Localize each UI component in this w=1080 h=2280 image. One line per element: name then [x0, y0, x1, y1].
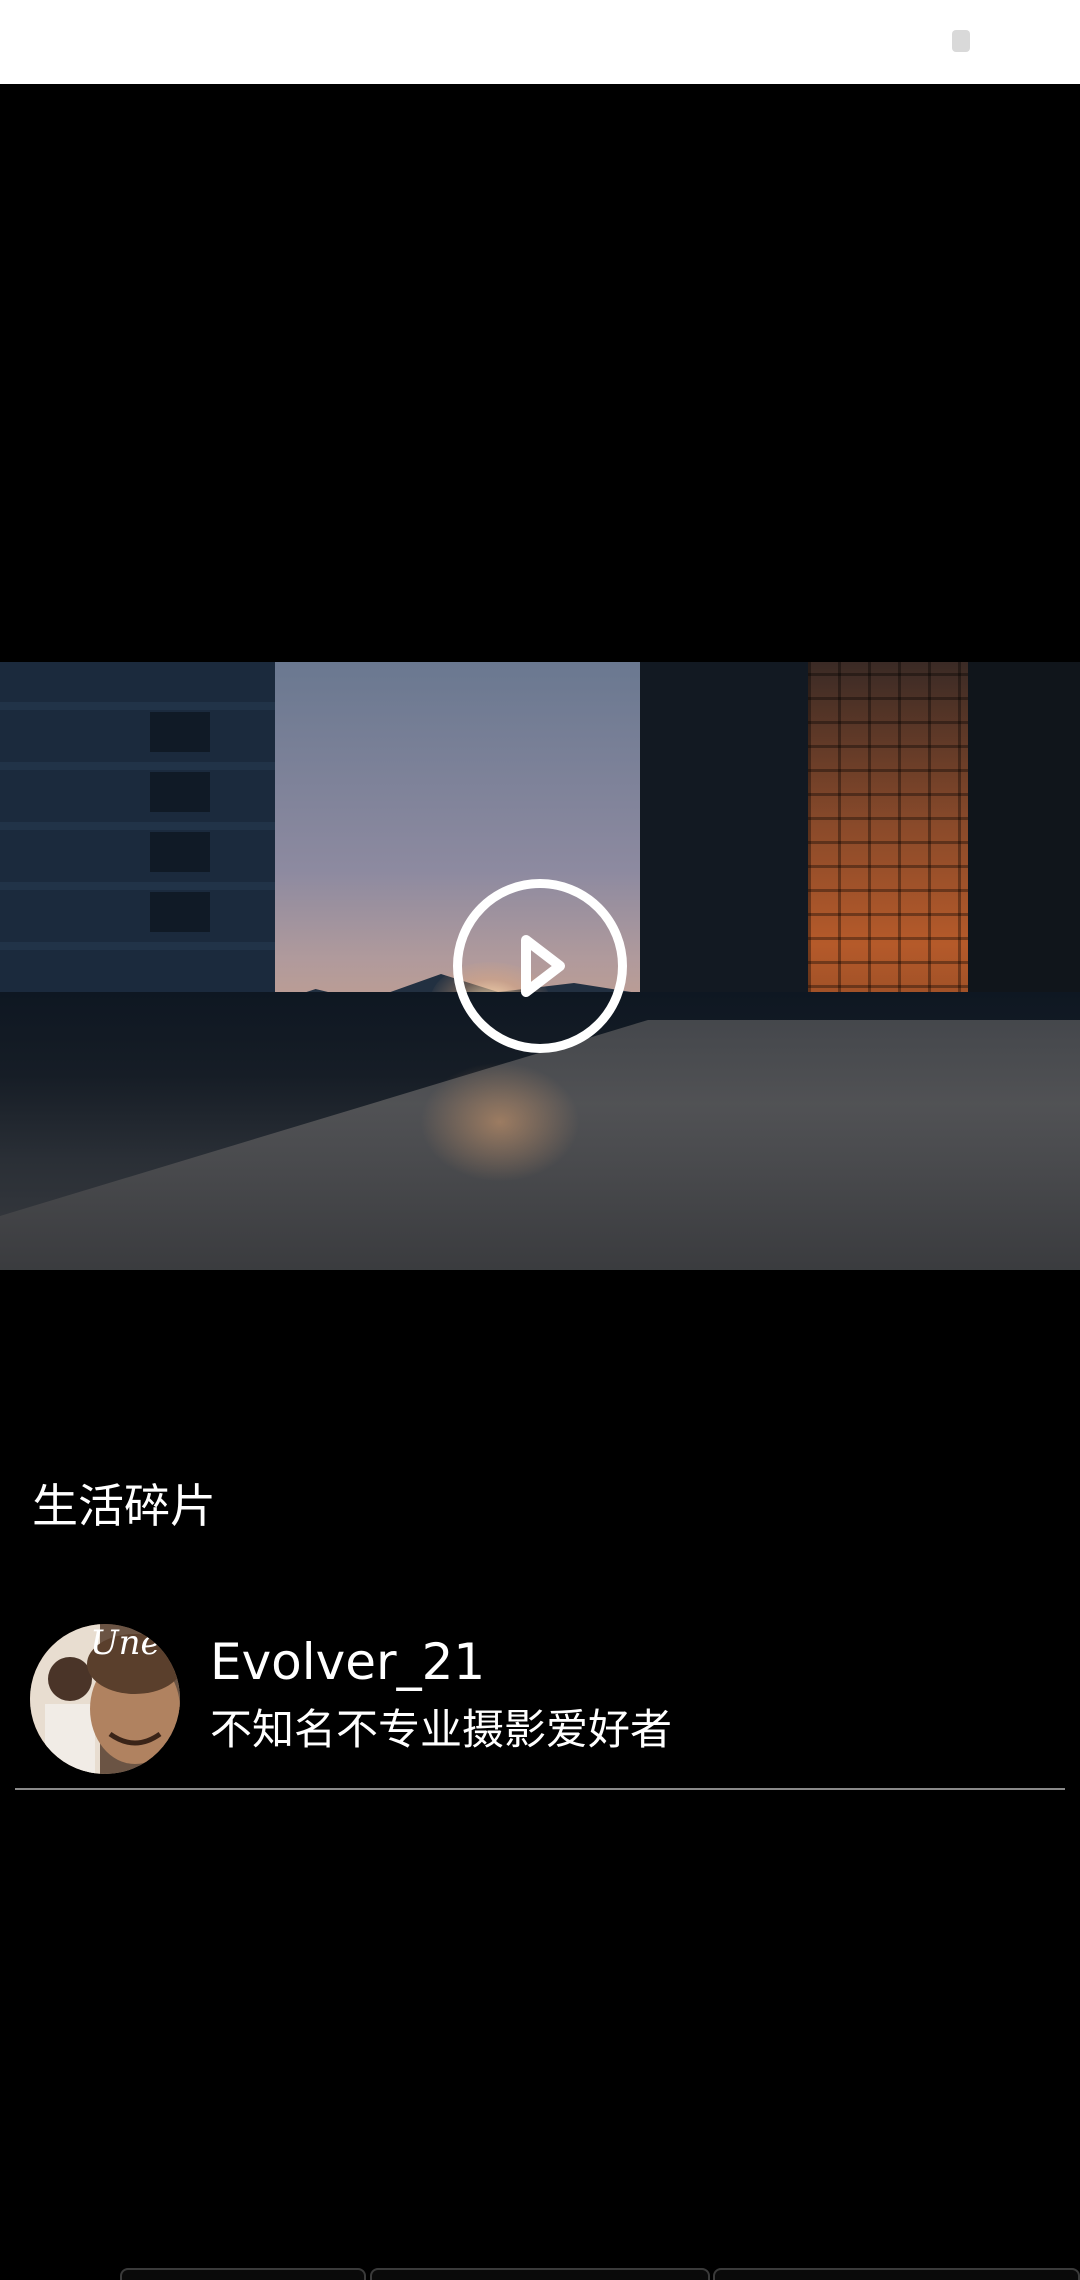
post-title: 生活碎片 — [32, 1479, 216, 1533]
page: 生活碎片 Une Evolver_21 不知名不专业摄影爱好者 — [0, 0, 1080, 2280]
status-bar — [0, 0, 1080, 84]
author-row[interactable]: Une Evolver_21 不知名不专业摄影爱好者 — [0, 1610, 1080, 1788]
avatar-image: Une — [30, 1624, 180, 1774]
svg-text:Une: Une — [90, 1624, 161, 1663]
play-icon — [521, 935, 565, 997]
video-thumbnail-building — [0, 662, 275, 992]
bottom-tab-3[interactable] — [713, 2268, 1080, 2280]
bottom-tab-2[interactable] — [370, 2268, 710, 2280]
author-bio: 不知名不专业摄影爱好者 — [210, 1705, 673, 1754]
play-button[interactable] — [453, 879, 627, 1053]
author-avatar[interactable]: Une — [30, 1624, 180, 1774]
video-thumbnail-reflection — [420, 1062, 580, 1182]
divider — [15, 1788, 1065, 1790]
bottom-tab-bar — [0, 2268, 1080, 2280]
status-indicator-icon — [952, 30, 970, 52]
author-name[interactable]: Evolver_21 — [210, 1630, 485, 1694]
bottom-tab-1[interactable] — [120, 2268, 366, 2280]
